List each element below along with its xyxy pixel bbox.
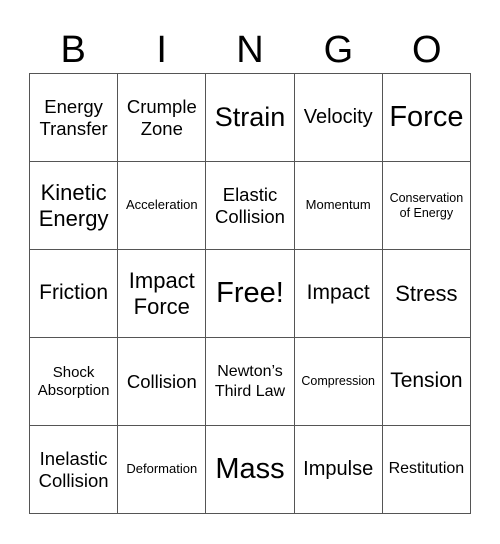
bingo-cell[interactable]: Strain	[206, 74, 295, 162]
header-letter-g: G	[323, 29, 354, 71]
bingo-cell[interactable]: Stress	[382, 250, 471, 338]
bingo-cell[interactable]: Collision	[118, 338, 207, 426]
bingo-cell[interactable]: Impact Force	[118, 250, 207, 338]
bingo-header: B I N G O	[29, 28, 471, 72]
bingo-cell[interactable]: Force	[382, 74, 471, 162]
bingo-cell[interactable]: Compression	[294, 338, 383, 426]
header-letter-b: B	[60, 29, 86, 71]
bingo-cell[interactable]: Tension	[382, 338, 471, 426]
bingo-cell[interactable]: Inelastic Collision	[30, 426, 119, 514]
bingo-cell[interactable]: Newton’s Third Law	[206, 338, 295, 426]
bingo-cell[interactable]: Kinetic Energy	[30, 162, 119, 250]
bingo-cell[interactable]: Friction	[30, 250, 119, 338]
bingo-grid: Energy Transfer Crumple Zone Strain Velo…	[29, 73, 471, 514]
bingo-cell[interactable]: Mass	[206, 426, 295, 514]
bingo-cell[interactable]: Crumple Zone	[118, 74, 207, 162]
header-letter-n: N	[236, 29, 264, 71]
header-letter-i: I	[156, 29, 167, 71]
bingo-cell[interactable]: Impact	[294, 250, 383, 338]
bingo-cell[interactable]: Energy Transfer	[30, 74, 119, 162]
bingo-cell[interactable]: Momentum	[294, 162, 383, 250]
bingo-cell[interactable]: Elastic Collision	[206, 162, 295, 250]
bingo-cell[interactable]: Conservation of Energy	[382, 162, 471, 250]
bingo-cell[interactable]: Impulse	[294, 426, 383, 514]
bingo-cell[interactable]: Acceleration	[118, 162, 207, 250]
header-letter-o: O	[412, 29, 442, 71]
bingo-cell[interactable]: Velocity	[294, 74, 383, 162]
bingo-cell-free[interactable]: Free!	[206, 250, 295, 338]
bingo-cell[interactable]: Shock Absorption	[30, 338, 119, 426]
bingo-cell[interactable]: Restitution	[382, 426, 471, 514]
bingo-cell[interactable]: Deformation	[118, 426, 207, 514]
